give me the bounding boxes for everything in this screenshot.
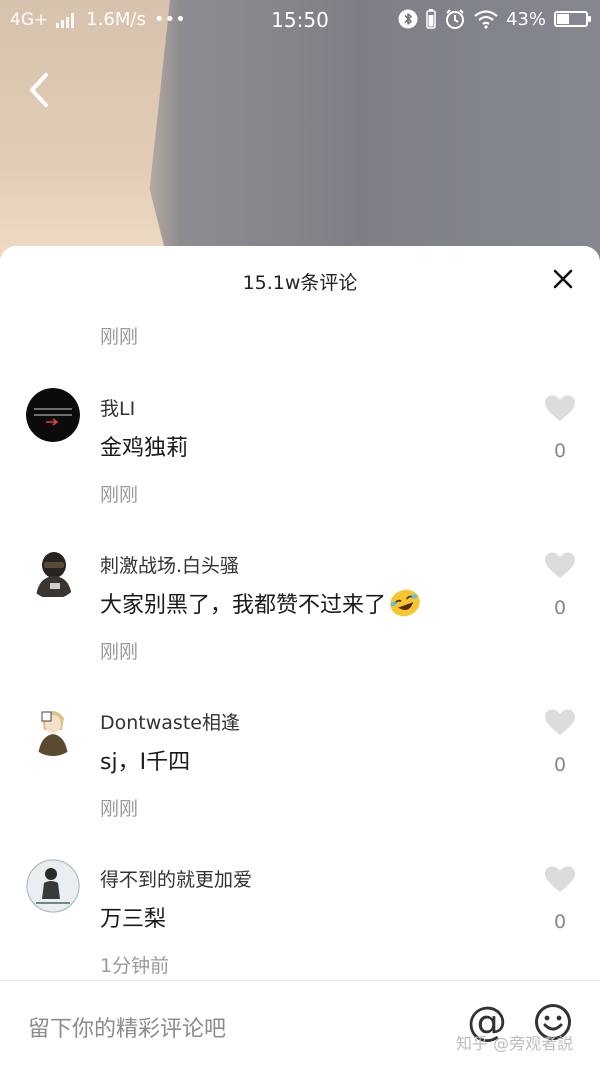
comment-input-bar: 留下你的精彩评论吧 @ <box>0 980 600 1068</box>
comment-username[interactable]: 得不到的就更加爱 <box>100 865 252 892</box>
bluetooth-icon <box>398 9 418 29</box>
comment-time: 刚刚 <box>100 798 139 820</box>
comment-item: Dontwaste相逢 sj，I千四 刚刚 0 <box>0 702 600 852</box>
laughing-crying-emoji-icon <box>390 589 420 617</box>
status-bar: 4G+ 1.6M/s ••• 15:50 43% <box>0 0 600 40</box>
watermark: 知乎 @旁观者説 <box>456 1034 574 1053</box>
alarm-icon <box>445 9 464 29</box>
heart-icon[interactable] <box>544 708 576 736</box>
comment-item: 刺激战场.白头骚 大家别黑了，我都赞不过来了 刚刚 0 <box>0 545 600 695</box>
comment-time: 刚刚 <box>100 484 139 506</box>
avatar[interactable] <box>26 388 80 442</box>
like-count: 0 <box>553 754 567 776</box>
comment-text: 万三梨 <box>100 907 167 932</box>
dark-avatar-icon <box>26 388 80 442</box>
like-count: 0 <box>553 911 567 933</box>
avatar[interactable] <box>26 702 80 756</box>
like-count: 0 <box>553 597 567 619</box>
chevron-left-icon <box>30 73 48 107</box>
comment-time: 1分钟前 <box>100 955 170 977</box>
wifi-icon <box>474 10 498 29</box>
back-button[interactable] <box>22 68 56 112</box>
heart-icon[interactable] <box>544 865 576 893</box>
avatar[interactable] <box>26 859 80 913</box>
like-count: 0 <box>553 440 567 462</box>
comment-item: 我LI 金鸡独莉 刚刚 0 <box>0 388 600 538</box>
anime-avatar-icon <box>26 702 80 756</box>
battery-small-icon <box>426 9 436 29</box>
video-background <box>0 0 600 270</box>
comment-text: 金鸡独莉 <box>100 436 189 461</box>
comment-text: 大家别黑了，我都赞不过来了 <box>100 587 422 619</box>
comment-username[interactable]: 刺激战场.白头骚 <box>100 551 239 578</box>
sheet-header: 15.1w条评论 <box>0 246 600 312</box>
heart-icon[interactable] <box>544 551 576 579</box>
comment-input[interactable]: 留下你的精彩评论吧 <box>28 1011 226 1043</box>
comment-count-title: 15.1w条评论 <box>242 272 358 294</box>
video-wall-shape <box>0 0 170 270</box>
comment-text-content: 大家别黑了，我都赞不过来了 <box>100 593 387 618</box>
heart-icon[interactable] <box>544 394 576 422</box>
comment-username[interactable]: 我LI <box>100 394 135 421</box>
comment-time: 刚刚 <box>100 641 139 663</box>
comment-text: sj，I千四 <box>100 750 191 775</box>
comments-sheet: 15.1w条评论 刚刚 我LI 金鸡独莉 刚刚 0 刺激战场.白头骚 大家别黑了… <box>0 246 600 1067</box>
comment-username[interactable]: Dontwaste相逢 <box>100 708 240 735</box>
avatar[interactable] <box>26 545 80 599</box>
close-icon[interactable] <box>550 266 576 292</box>
battery-icon <box>554 11 591 27</box>
sketch-avatar-icon <box>26 859 80 913</box>
previous-comment-time: 刚刚 <box>100 326 139 348</box>
battery-percent: 43% <box>505 8 546 30</box>
helmet-avatar-icon <box>26 545 80 599</box>
